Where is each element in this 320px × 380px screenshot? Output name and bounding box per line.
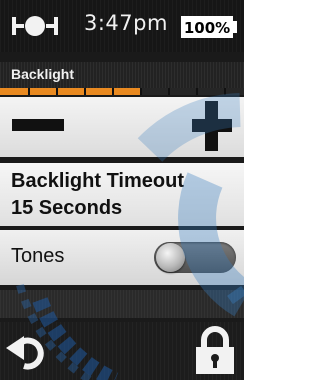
- backlight-timeout-setting[interactable]: Backlight Timeout 15 Seconds: [0, 163, 244, 226]
- lock-icon: [196, 326, 234, 374]
- increase-backlight-button[interactable]: [188, 97, 232, 155]
- backlight-level-bar: [0, 88, 244, 95]
- decrease-backlight-button[interactable]: [12, 119, 64, 131]
- device-screen: 3:47pm 100% Backlight Backlight Timeout …: [0, 0, 244, 380]
- tones-toggle[interactable]: [154, 242, 236, 273]
- clock: 3:47pm: [84, 11, 168, 35]
- tones-setting: Tones: [0, 230, 244, 285]
- tones-label: Tones: [11, 245, 65, 267]
- page-header: Backlight: [0, 62, 244, 88]
- level-segment-divider: [224, 88, 226, 95]
- level-segment-divider: [140, 88, 142, 95]
- backlight-level-fill: [0, 88, 142, 95]
- level-segment-divider: [84, 88, 86, 95]
- page-title: Backlight: [11, 66, 75, 82]
- level-segment-divider: [196, 88, 198, 95]
- backlight-timeout-value: 15 Seconds: [11, 197, 123, 219]
- backlight-timeout-label: Backlight Timeout: [11, 170, 184, 192]
- empty-list-area: [0, 290, 244, 318]
- battery-tip: [233, 21, 237, 33]
- battery-label: 100%: [183, 19, 231, 37]
- back-button[interactable]: [4, 326, 54, 376]
- battery-indicator: 100%: [181, 16, 233, 38]
- toggle-knob: [156, 243, 185, 272]
- level-segment-divider: [28, 88, 30, 95]
- lock-button[interactable]: [190, 324, 240, 376]
- level-segment-divider: [168, 88, 170, 95]
- backlight-adjust-row: [0, 97, 244, 157]
- plus-icon-stem: [205, 101, 218, 151]
- status-bar: 3:47pm 100%: [0, 0, 244, 52]
- bottom-bar: [0, 322, 244, 380]
- satellite-icon: [12, 16, 58, 36]
- level-segment-divider: [112, 88, 114, 95]
- back-arrow-icon: [6, 336, 44, 370]
- level-segment-divider: [56, 88, 58, 95]
